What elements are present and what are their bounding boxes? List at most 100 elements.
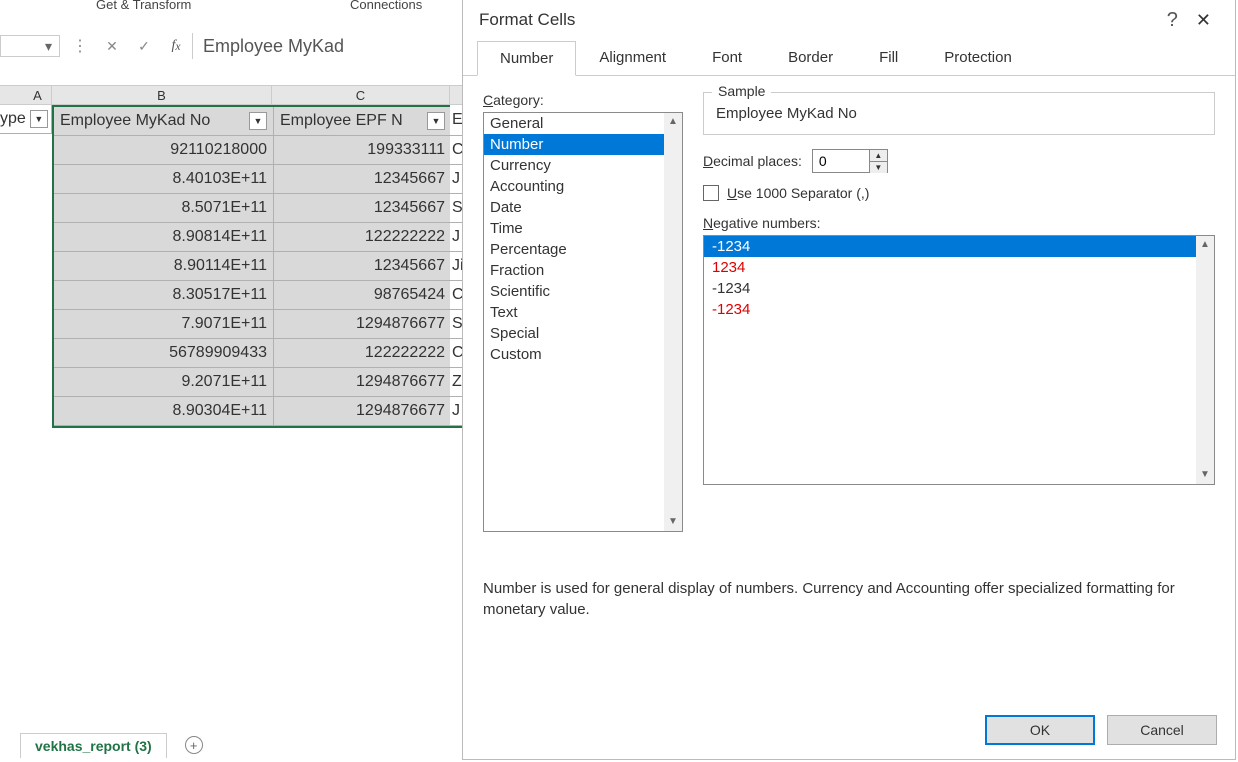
category-item[interactable]: Number (484, 134, 664, 155)
cell[interactable]: 1294876677 (274, 310, 452, 339)
scroll-up-icon[interactable]: ▲ (664, 113, 682, 131)
cell[interactable]: 12345667 (274, 194, 452, 223)
category-item[interactable]: General (484, 113, 664, 134)
table-row: 9.2071E+111294876677 (54, 368, 510, 397)
category-item[interactable]: Percentage (484, 239, 664, 260)
table-row: 8.90114E+1112345667 (54, 252, 510, 281)
decimal-places-spinner[interactable]: ▲ ▼ (812, 149, 888, 173)
spin-down-button[interactable]: ▼ (870, 162, 887, 173)
scroll-up-icon[interactable]: ▲ (1196, 236, 1214, 254)
format-description: Number is used for general display of nu… (463, 548, 1235, 620)
category-item[interactable]: Special (484, 323, 664, 344)
table-row: 8.90304E+111294876677 (54, 397, 510, 426)
cell[interactable]: 98765424 (274, 281, 452, 310)
filter-button-mykad[interactable]: ▼ (249, 112, 267, 130)
cell[interactable]: 8.90114E+11 (54, 252, 274, 281)
header-text-epf: Employee EPF N (280, 112, 403, 130)
table-header-row: Employee MyKad No ▼ Employee EPF N ▼ (54, 107, 510, 136)
filter-button[interactable]: ▼ (30, 110, 48, 128)
spinner-buttons: ▲ ▼ (869, 150, 887, 172)
category-item[interactable]: Date (484, 197, 664, 218)
cancel-formula-button[interactable]: ✕ (96, 35, 128, 57)
fx-button[interactable]: fx (160, 35, 192, 57)
cell[interactable]: 9.2071E+11 (54, 368, 274, 397)
cell[interactable]: 12345667 (274, 252, 452, 281)
sample-value: Employee MyKad No (714, 99, 1204, 122)
filter-button-epf[interactable]: ▼ (427, 112, 445, 130)
column-headers-row: A B C (0, 85, 512, 105)
cell[interactable]: 122222222 (274, 223, 452, 252)
help-button[interactable]: ? (1157, 9, 1188, 32)
scroll-track[interactable] (1196, 254, 1214, 466)
header-cell-mykad[interactable]: Employee MyKad No ▼ (54, 107, 274, 136)
sheet-tabs: vekhas_report (3) + (20, 730, 209, 760)
scroll-down-icon[interactable]: ▼ (1196, 466, 1214, 484)
negative-numbers-listbox[interactable]: -12341234-1234-1234 ▲ ▼ (703, 235, 1215, 485)
table-row: 8.30517E+1198765424 (54, 281, 510, 310)
cell[interactable]: 12345667 (274, 165, 452, 194)
thousand-separator-row: Use 1000 Separator (,) (703, 185, 1215, 201)
close-button[interactable]: ✕ (1188, 10, 1219, 31)
negative-item[interactable]: -1234 (704, 299, 1196, 320)
negative-item[interactable]: -1234 (704, 236, 1196, 257)
partial-header-left: ype ▼ (0, 105, 52, 134)
dialog-tab-fill[interactable]: Fill (856, 40, 921, 75)
cell[interactable]: 122222222 (274, 339, 452, 368)
negative-item[interactable]: 1234 (704, 257, 1196, 278)
table-row: 8.90814E+11122222222 (54, 223, 510, 252)
cell[interactable]: 7.9071E+11 (54, 310, 274, 339)
category-item[interactable]: Currency (484, 155, 664, 176)
cell[interactable]: 8.30517E+11 (54, 281, 274, 310)
scroll-track[interactable] (664, 131, 682, 513)
cell[interactable]: 8.90814E+11 (54, 223, 274, 252)
category-item[interactable]: Text (484, 302, 664, 323)
cell[interactable]: 1294876677 (274, 397, 452, 426)
category-item[interactable]: Custom (484, 344, 664, 365)
ok-button[interactable]: OK (985, 715, 1095, 745)
cell[interactable]: 8.5071E+11 (54, 194, 274, 223)
header-cell-epf[interactable]: Employee EPF N ▼ (274, 107, 452, 136)
col-header-b[interactable]: B (52, 86, 272, 104)
cell[interactable]: 8.90304E+11 (54, 397, 274, 426)
dialog-tab-font[interactable]: Font (689, 40, 765, 75)
col-header-a[interactable]: A (24, 86, 52, 104)
name-box-dropdown-icon: ▾ (45, 38, 55, 55)
formula-bar-input[interactable]: Employee MyKad (192, 33, 362, 59)
header-text-mykad: Employee MyKad No (60, 112, 210, 130)
cell[interactable]: 199333111 (274, 136, 452, 165)
category-item[interactable]: Fraction (484, 260, 664, 281)
category-listbox[interactable]: GeneralNumberCurrencyAccountingDateTimeP… (483, 112, 683, 532)
negative-scrollbar[interactable]: ▲ ▼ (1196, 236, 1214, 484)
sheet-tab-active[interactable]: vekhas_report (3) (20, 733, 167, 758)
spin-up-button[interactable]: ▲ (870, 150, 887, 162)
selected-range: Employee MyKad No ▼ Employee EPF N ▼ 921… (52, 105, 512, 428)
sample-label: Sample (712, 83, 771, 99)
thousand-separator-checkbox[interactable] (703, 185, 719, 201)
category-scrollbar[interactable]: ▲ ▼ (664, 113, 682, 531)
decimal-places-input[interactable] (813, 150, 869, 172)
cell[interactable]: 92110218000 (54, 136, 274, 165)
col-header-c[interactable]: C (272, 86, 450, 104)
enter-formula-button[interactable]: ✓ (128, 35, 160, 57)
cancel-button[interactable]: Cancel (1107, 715, 1217, 745)
category-label: Category: (483, 92, 683, 108)
cell[interactable]: 8.40103E+11 (54, 165, 274, 194)
partial-header-text: ype (0, 110, 26, 128)
plus-icon: + (185, 736, 203, 754)
category-item[interactable]: Scientific (484, 281, 664, 302)
ribbon-group-get-transform: Get & Transform (96, 0, 191, 12)
dialog-tab-number[interactable]: Number (477, 41, 576, 76)
name-box[interactable]: ▾ (0, 35, 60, 57)
category-item[interactable]: Accounting (484, 176, 664, 197)
table-row: 8.5071E+1112345667 (54, 194, 510, 223)
sample-box: Sample Employee MyKad No (703, 92, 1215, 135)
new-sheet-button[interactable]: + (179, 733, 209, 757)
dialog-tab-alignment[interactable]: Alignment (576, 40, 689, 75)
category-item[interactable]: Time (484, 218, 664, 239)
negative-item[interactable]: -1234 (704, 278, 1196, 299)
cell[interactable]: 56789909433 (54, 339, 274, 368)
cell[interactable]: 1294876677 (274, 368, 452, 397)
dialog-tab-border[interactable]: Border (765, 40, 856, 75)
scroll-down-icon[interactable]: ▼ (664, 513, 682, 531)
dialog-tab-protection[interactable]: Protection (921, 40, 1035, 75)
